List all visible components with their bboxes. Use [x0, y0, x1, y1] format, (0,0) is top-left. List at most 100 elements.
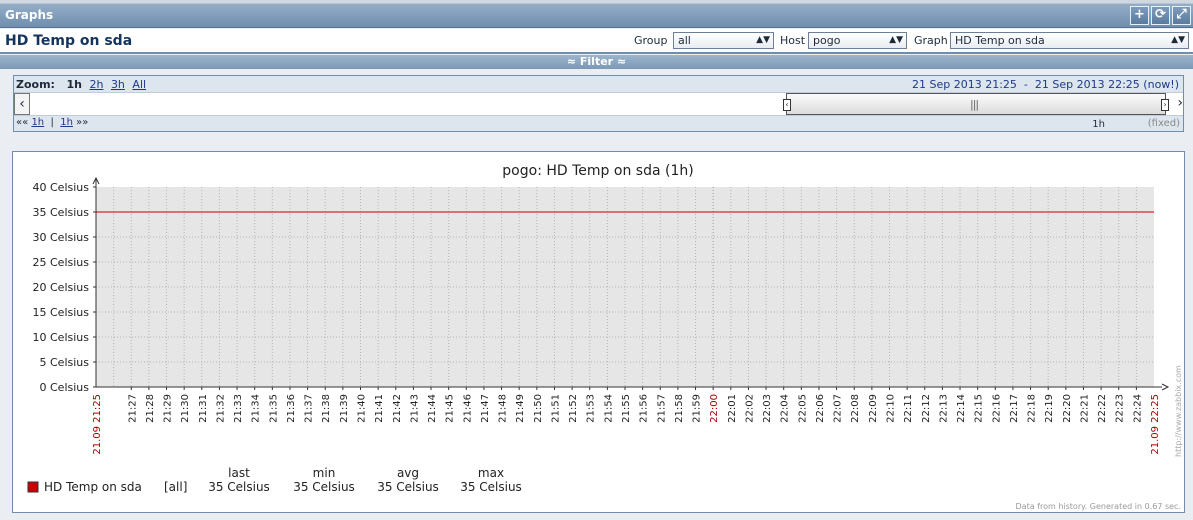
- timeline-scrollbar[interactable]: ‹ ‹ ||| › ›: [14, 92, 1183, 116]
- x-tick-label: 22:16: [991, 394, 1002, 423]
- nav-forward-icon[interactable]: »»: [76, 117, 88, 128]
- graph-panel: pogo: HD Temp on sda (1h) 0 Celsius 5 Cels…: [12, 151, 1185, 513]
- x-tick-label: 21:38: [321, 394, 332, 423]
- x-tick-label: 22:08: [850, 394, 861, 423]
- x-tick-label: 22:20: [1062, 394, 1073, 423]
- x-tick-label: 22:03: [762, 394, 773, 423]
- x-tick-label: 21:29: [163, 394, 174, 423]
- graph-select-value: HD Temp on sda: [955, 34, 1045, 47]
- time-range-separator: -: [1023, 78, 1028, 91]
- x-tick-label: 21:45: [445, 394, 456, 423]
- thumb-right-handle[interactable]: ›: [1161, 99, 1169, 111]
- x-end-label: 21.09 22:25: [1150, 394, 1161, 455]
- x-tick-label: 22:17: [1009, 394, 1020, 423]
- x-tick-label: 22:19: [1044, 394, 1055, 423]
- filter-toggle[interactable]: ≈ Filter ≈: [0, 55, 1193, 69]
- nav-back-1h-link[interactable]: 1h: [31, 117, 44, 128]
- zoom-option-3h[interactable]: 3h: [111, 78, 125, 91]
- footer-note: Data from history. Generated in 0.67 sec…: [1016, 502, 1181, 511]
- group-select-value: all: [678, 34, 691, 47]
- legend-swatch: [27, 481, 39, 493]
- watermark: http://www.zabbix.com: [1174, 365, 1183, 457]
- period-value: 1h: [1092, 119, 1105, 130]
- section-title: Graphs: [5, 8, 54, 22]
- x-tick-label: 21:36: [286, 394, 297, 423]
- x-tick-label: 21:31: [198, 394, 209, 423]
- x-tick-label: 22:22: [1097, 394, 1108, 423]
- x-tick-label: 21:48: [498, 394, 509, 423]
- grip-icon: |||: [970, 98, 979, 111]
- period-navigation: «« 1h | 1h »»: [16, 117, 88, 128]
- time-range-start: 21 Sep 2013 21:25: [911, 78, 1017, 91]
- x-tick-label: 21:42: [392, 394, 403, 423]
- x-tick-label: 22:14: [956, 394, 967, 423]
- scroll-right-button[interactable]: ›: [1177, 95, 1183, 111]
- x-tick-label: 21:30: [180, 394, 191, 423]
- host-select[interactable]: pogo ▲▼: [808, 32, 907, 49]
- collapse-icon: ≈: [616, 55, 627, 68]
- x-tick-label: 22:11: [903, 394, 914, 423]
- zoom-option-all[interactable]: All: [132, 78, 146, 91]
- x-start-label: 21.09 21:25: [92, 394, 103, 455]
- x-tick-label: 22:07: [833, 394, 844, 423]
- x-tick-label: 21:49: [515, 394, 526, 423]
- select-arrows-icon: ▲▼: [1171, 35, 1185, 45]
- x-tick-label: 21:57: [656, 394, 667, 423]
- legend-column-header: last: [228, 466, 250, 480]
- header-bar: Graphs + ⟳ ⤢: [0, 4, 1193, 28]
- zoom-controls: Zoom: 1h 2h 3h All: [16, 78, 146, 91]
- x-tick-label: 21:51: [550, 394, 561, 423]
- x-tick-label: 21:54: [603, 394, 614, 423]
- nav-forward-1h-link[interactable]: 1h: [60, 117, 73, 128]
- y-tick-label: 5 Celsius: [40, 356, 90, 369]
- x-tick-label: 22:23: [1115, 394, 1126, 423]
- scroll-thumb[interactable]: ‹ ||| ›: [783, 93, 1169, 115]
- group-select[interactable]: all ▲▼: [673, 32, 774, 49]
- graph-chart[interactable]: pogo: HD Temp on sda (1h) 0 Celsius 5 Cels…: [13, 152, 1186, 514]
- refresh-icon[interactable]: ⟳: [1151, 6, 1170, 25]
- nav-separator: |: [50, 117, 54, 128]
- zoom-option-1h[interactable]: 1h: [66, 78, 82, 91]
- legend-column-header: avg: [397, 466, 419, 480]
- x-tick-label: 22:01: [727, 394, 738, 423]
- collapse-icon: ≈: [566, 55, 577, 68]
- host-label: Host: [780, 34, 806, 47]
- x-tick-label: 21:50: [533, 394, 544, 423]
- x-tick-label: 21:33: [233, 394, 244, 423]
- x-tick-label: 22:12: [921, 394, 932, 423]
- legend-column-header: min: [313, 466, 336, 480]
- x-tick-label: 21:56: [639, 394, 650, 423]
- legend-value: 35 Celsius: [208, 480, 270, 494]
- add-to-favourites-icon[interactable]: +: [1130, 6, 1149, 25]
- x-tick-label: 22:09: [868, 394, 879, 423]
- scroll-left-button[interactable]: ‹: [14, 93, 30, 115]
- y-tick-label: 15 Celsius: [33, 306, 90, 319]
- select-arrows-icon: ▲▼: [889, 35, 903, 45]
- zoom-panel: Zoom: 1h 2h 3h All 21 Sep 2013 21:25 - 2…: [13, 75, 1184, 132]
- thumb-left-handle[interactable]: ‹: [783, 99, 791, 111]
- x-tick-label: 21:39: [339, 394, 350, 423]
- x-tick-label: 21:28: [145, 394, 156, 423]
- x-tick-label: 22:06: [815, 394, 826, 423]
- graph-select[interactable]: HD Temp on sda ▲▼: [950, 32, 1189, 49]
- x-tick-label: 21:35: [268, 394, 279, 423]
- y-tick-label: 25 Celsius: [33, 256, 90, 269]
- zoom-option-2h[interactable]: 2h: [89, 78, 103, 91]
- nav-back-icon[interactable]: ««: [16, 117, 28, 128]
- x-axis-arrow-icon: [1161, 383, 1170, 391]
- x-tick-label: 21:55: [621, 394, 632, 423]
- group-label: Group: [634, 34, 668, 47]
- x-tick-label: 21:34: [251, 394, 262, 423]
- x-tick-label: 22:02: [744, 394, 755, 423]
- fullscreen-icon[interactable]: ⤢: [1172, 6, 1191, 25]
- x-tick-label: 21:41: [374, 394, 385, 423]
- select-arrows-icon: ▲▼: [756, 35, 770, 45]
- x-tick-label: 21:43: [409, 394, 420, 423]
- legend-function: [all]: [164, 480, 187, 494]
- legend-value: 35 Celsius: [293, 480, 355, 494]
- x-tick-label: 21:44: [427, 394, 438, 423]
- time-range: 21 Sep 2013 21:25 - 21 Sep 2013 22:25 (n…: [912, 78, 1179, 91]
- x-tick-label: 21:40: [357, 394, 368, 423]
- x-tick-label: 21:37: [304, 394, 315, 423]
- fixed-toggle[interactable]: (fixed): [1148, 118, 1180, 129]
